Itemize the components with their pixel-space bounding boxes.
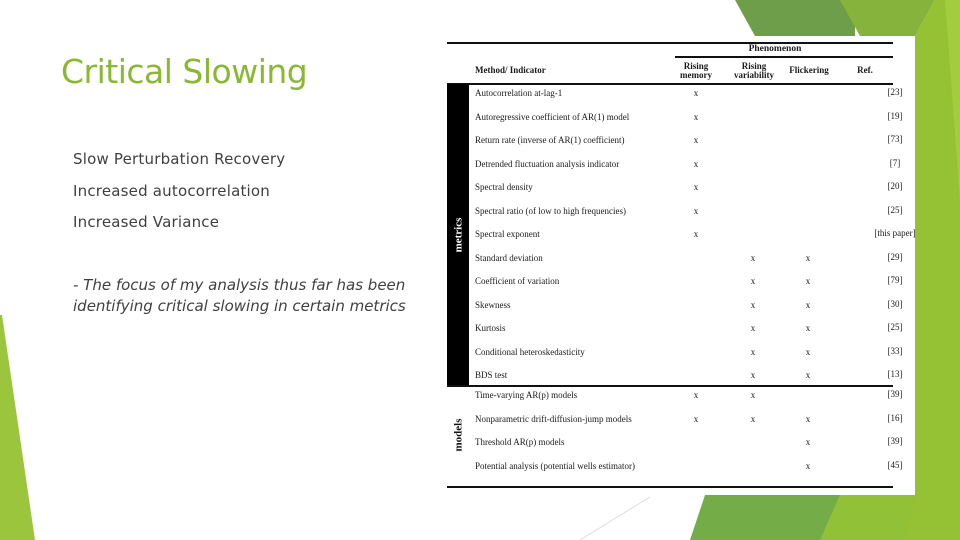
analysis-note: - The focus of my analysis thus far has … [73,276,406,315]
flickering-cell: x [805,276,811,286]
phenomenon-rule [675,56,893,58]
table-row: Spectral ratio (of low to high frequenci… [475,202,903,226]
rising-variability-cell: x [750,370,756,380]
header-rising-variability: Rising variability [729,62,779,80]
ref-cell: [13] [887,369,903,379]
bullet-item: Increased Variance [73,213,220,231]
table-row: Spectral density x [20] [475,178,903,202]
ref-cell: [33] [887,345,903,356]
header-ref: Ref. [857,65,873,75]
header-rising-memory-line2: memory [680,70,712,80]
rising-variability-cell: x [750,413,756,424]
table-row: Conditional heteroskedasticity x x [33] [475,343,903,367]
rising-memory-cell: x [693,158,699,169]
ref-cell: [25] [887,204,903,215]
ref-cell: [79] [887,275,903,285]
method-cell: Standard deviation [475,252,543,263]
method-cell: Autoregressive coefficient of AR(1) mode… [475,111,630,122]
method-cell: Autocorrelation at-lag-1 [475,88,563,98]
rising-memory-cell: x [693,111,699,122]
method-cell: Spectral ratio (of low to high frequenci… [475,205,626,216]
table-row: Threshold AR(p) models x [39] [475,433,903,457]
ref-cell: [25] [887,322,903,332]
table-row: Skewness x x [30] [475,296,903,320]
table-row: Return rate (inverse of AR(1) coefficien… [475,131,903,155]
table-row: Nonparametric drift-diffusion-jump model… [475,410,903,434]
method-cell: Skewness [475,299,511,310]
ref-cell: [16] [887,412,903,423]
bullet-item: Increased autocorrelation [73,181,271,200]
flickering-cell: x [805,346,811,357]
method-cell: Nonparametric drift-diffusion-jump model… [475,413,632,424]
header-flickering: Flickering [789,65,829,75]
header-rising-variability-line2: variability [734,70,774,80]
table-row: Kurtosis x x [25] [475,319,903,343]
ref-cell: [19] [887,110,903,121]
ref-cell: [29] [887,251,903,262]
rising-memory-cell: x [693,413,699,424]
green-shape-bottom-dark [690,495,840,540]
rising-variability-cell: x [750,299,756,310]
flickering-cell: x [805,252,811,263]
table-row: Time-varying AR(p) models x x [39] [475,386,903,410]
method-cell: Coefficient of variation [475,276,560,286]
table-row: Autoregressive coefficient of AR(1) mode… [475,108,903,132]
method-cell: Time-varying AR(p) models [475,390,578,400]
group-label-models: models [452,418,464,452]
header-phenomenon: Phenomenon [748,44,802,54]
table-row: Standard deviation x x [29] [475,249,903,273]
table-row: Spectral exponent x [this paper] [475,225,916,249]
table-bottom-rule [447,486,893,488]
flickering-cell: x [805,437,811,447]
ref-cell: [73] [887,134,903,144]
rising-memory-cell: x [693,229,699,239]
rising-memory-cell: x [693,205,699,216]
ref-cell: [7] [889,157,901,168]
method-cell: Kurtosis [475,323,506,333]
method-cell: Detrended fluctuation analysis indicator [475,158,620,169]
method-cell: Threshold AR(p) models [475,437,565,447]
method-cell: BDS test [475,370,508,380]
table-row: Potential analysis (potential wells esti… [475,457,903,481]
rising-variability-cell: x [750,276,756,286]
flickering-cell: x [805,370,811,380]
rising-memory-cell: x [693,135,699,145]
slide-title: Critical Slowing [61,52,308,91]
ref-cell: [20] [887,181,903,191]
bullet-list: Slow Perturbation Recovery Increased aut… [73,148,285,243]
header-rising-memory: Rising memory [671,62,721,80]
flickering-cell: x [805,323,811,333]
flickering-cell: x [805,413,811,424]
green-shape-left [0,315,35,540]
table-row: Detrended fluctuation analysis indicator… [475,155,900,179]
green-shape-top-dark [735,0,855,36]
flickering-cell: x [805,299,811,310]
ref-cell: [30] [887,298,903,309]
ref-cell: [this paper] [874,228,916,238]
method-cell: Return rate (inverse of AR(1) coefficien… [475,135,625,145]
ref-cell: [23] [887,87,903,97]
rising-memory-cell: x [693,390,699,400]
rising-memory-cell: x [693,88,699,98]
group-label-metrics: metrics [452,217,464,252]
rising-variability-cell: x [750,252,756,263]
ref-cell: [45] [887,459,903,470]
method-cell: Spectral exponent [475,229,540,239]
ref-cell: [39] [887,389,903,399]
table-row: Coefficient of variation x x [79] [475,272,903,296]
rising-variability-cell: x [750,323,756,333]
method-cell: Conditional heteroskedasticity [475,346,585,357]
thin-diagonal-line [579,496,651,540]
rising-memory-cell: x [693,182,699,192]
bullet-item: Slow Perturbation Recovery [73,150,286,168]
rising-variability-cell: x [750,390,756,400]
method-cell: Potential analysis (potential wells esti… [475,460,635,471]
header-method: Method/ Indicator [475,65,546,75]
indicator-table-image: Phenomenon Method/ Indicator Rising memo… [445,36,916,495]
table-row: Autocorrelation at-lag-1 x [23] [475,84,903,108]
flickering-cell: x [805,460,811,471]
ref-cell: [39] [887,436,903,446]
rising-variability-cell: x [750,346,756,357]
method-cell: Spectral density [475,182,533,192]
